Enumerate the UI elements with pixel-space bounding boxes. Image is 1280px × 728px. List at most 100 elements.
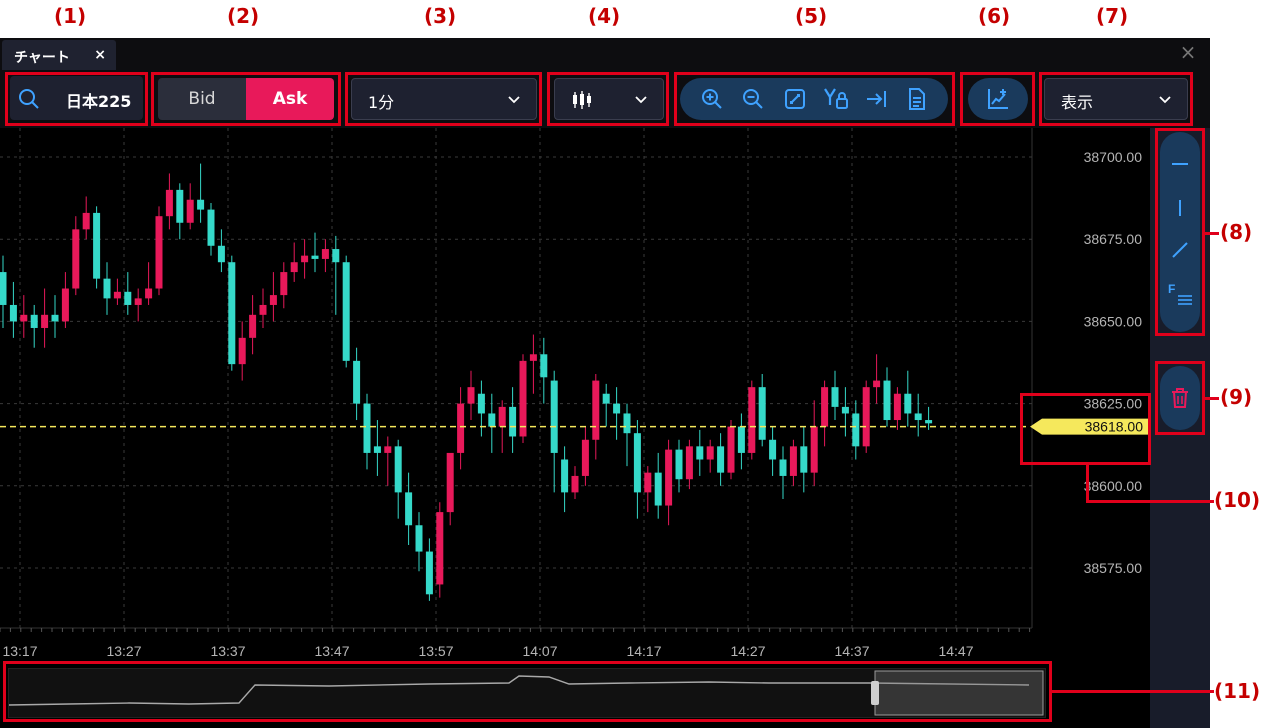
annotation-box-3 bbox=[345, 72, 542, 126]
candle-body bbox=[363, 403, 371, 453]
candle-body bbox=[457, 403, 465, 453]
x-tick-label: 14:07 bbox=[522, 643, 557, 659]
candle-body bbox=[758, 387, 766, 440]
tab-close-button[interactable]: × bbox=[94, 47, 106, 63]
annotation-box-9 bbox=[1155, 361, 1205, 435]
tab-chart[interactable]: チャート × bbox=[2, 40, 116, 70]
candle-body bbox=[197, 199, 205, 210]
candle-body bbox=[800, 446, 808, 473]
candle-body bbox=[821, 387, 829, 427]
candle-body bbox=[134, 298, 142, 305]
candle-body bbox=[353, 360, 361, 404]
annotation-box-10 bbox=[1020, 393, 1151, 465]
annotation-leader-9 bbox=[1205, 397, 1219, 400]
candle-body bbox=[644, 472, 652, 493]
annotation-label-4: (4) bbox=[588, 4, 621, 28]
candle-body bbox=[82, 212, 90, 230]
candle-body bbox=[113, 291, 121, 299]
candle-body bbox=[446, 452, 454, 513]
y-tick-label: 38675.00 bbox=[1084, 231, 1143, 247]
candle-body bbox=[748, 387, 756, 453]
y-tick-label: 38650.00 bbox=[1084, 313, 1143, 329]
candle-body bbox=[831, 387, 839, 407]
annotation-leader-10 bbox=[1086, 463, 1089, 503]
candle-body bbox=[841, 406, 849, 414]
annotation-box-2 bbox=[151, 72, 341, 126]
candle-body bbox=[852, 413, 860, 447]
candle-body bbox=[20, 314, 28, 322]
annotation-box-1 bbox=[5, 72, 148, 126]
candle-body bbox=[342, 262, 350, 361]
candle-body bbox=[165, 189, 173, 217]
candle-body bbox=[727, 426, 735, 473]
candle-body bbox=[914, 413, 922, 421]
y-tick-label: 38600.00 bbox=[1084, 478, 1143, 494]
candle-body bbox=[873, 380, 881, 388]
x-tick-label: 14:37 bbox=[834, 643, 869, 659]
annotation-box-5 bbox=[674, 72, 955, 126]
candle-body bbox=[893, 393, 901, 421]
candle-body bbox=[124, 291, 132, 305]
annotation-box-11 bbox=[3, 661, 1052, 722]
candle-body bbox=[217, 245, 225, 263]
candle-body bbox=[425, 551, 433, 595]
candle-body bbox=[633, 433, 641, 493]
annotation-label-8: (8) bbox=[1220, 220, 1253, 244]
x-tick-label: 13:47 bbox=[314, 643, 349, 659]
candle-body bbox=[405, 492, 413, 526]
candle-body bbox=[280, 272, 288, 296]
candle-body bbox=[332, 249, 340, 263]
candle-body bbox=[654, 472, 662, 506]
x-tick-label: 13:57 bbox=[418, 643, 453, 659]
candle-body bbox=[737, 426, 745, 453]
candle-body bbox=[103, 278, 111, 299]
candle-body bbox=[561, 459, 569, 493]
candle-body bbox=[51, 314, 59, 322]
candle-body bbox=[41, 314, 49, 328]
candle-body bbox=[779, 459, 787, 476]
candle-body bbox=[249, 314, 257, 338]
candle-body bbox=[30, 314, 38, 328]
annotation-label-5: (5) bbox=[795, 4, 828, 28]
annotation-label-2: (2) bbox=[227, 4, 260, 28]
annotation-label-6: (6) bbox=[978, 4, 1011, 28]
candle-body bbox=[207, 209, 215, 246]
candle-body bbox=[9, 304, 17, 322]
candle-body bbox=[301, 255, 309, 263]
candle-body bbox=[467, 387, 475, 404]
candle-body bbox=[477, 393, 485, 414]
x-tick-label: 14:27 bbox=[730, 643, 765, 659]
candle-body bbox=[509, 406, 517, 437]
candle-body bbox=[904, 393, 912, 414]
candlestick-chart[interactable]: 38700.0038675.0038650.0038625.0038600.00… bbox=[0, 128, 1150, 668]
candle-body bbox=[665, 449, 673, 506]
candle-body bbox=[311, 255, 319, 259]
candle-body bbox=[529, 354, 537, 361]
candle-body bbox=[810, 426, 818, 473]
candle-body bbox=[93, 212, 101, 279]
x-tick-label: 14:17 bbox=[626, 643, 661, 659]
candle-body bbox=[498, 406, 506, 427]
candle-body bbox=[769, 439, 777, 460]
annotation-box-7 bbox=[1039, 72, 1193, 126]
candle-body bbox=[186, 199, 194, 223]
candle-body bbox=[488, 413, 496, 427]
annotation-leader-11 bbox=[1052, 690, 1214, 693]
tab-label: チャート bbox=[14, 50, 70, 66]
candle-body bbox=[269, 295, 277, 305]
annotation-box-8 bbox=[1155, 128, 1205, 336]
candle-body bbox=[394, 446, 402, 493]
candle-body bbox=[789, 446, 797, 476]
candle-body bbox=[925, 420, 933, 424]
x-tick-label: 13:17 bbox=[2, 643, 37, 659]
annotation-box-6 bbox=[960, 72, 1035, 126]
candle-body bbox=[685, 446, 693, 480]
candle-body bbox=[862, 387, 870, 447]
annotation-leader-8 bbox=[1205, 232, 1219, 235]
y-tick-label: 38700.00 bbox=[1084, 149, 1143, 165]
annotation-leader-10 bbox=[1086, 500, 1214, 503]
candle-body bbox=[0, 272, 7, 305]
x-tick-label: 13:37 bbox=[210, 643, 245, 659]
window-close-button[interactable]: × bbox=[1178, 42, 1198, 62]
candle-body bbox=[72, 229, 80, 289]
